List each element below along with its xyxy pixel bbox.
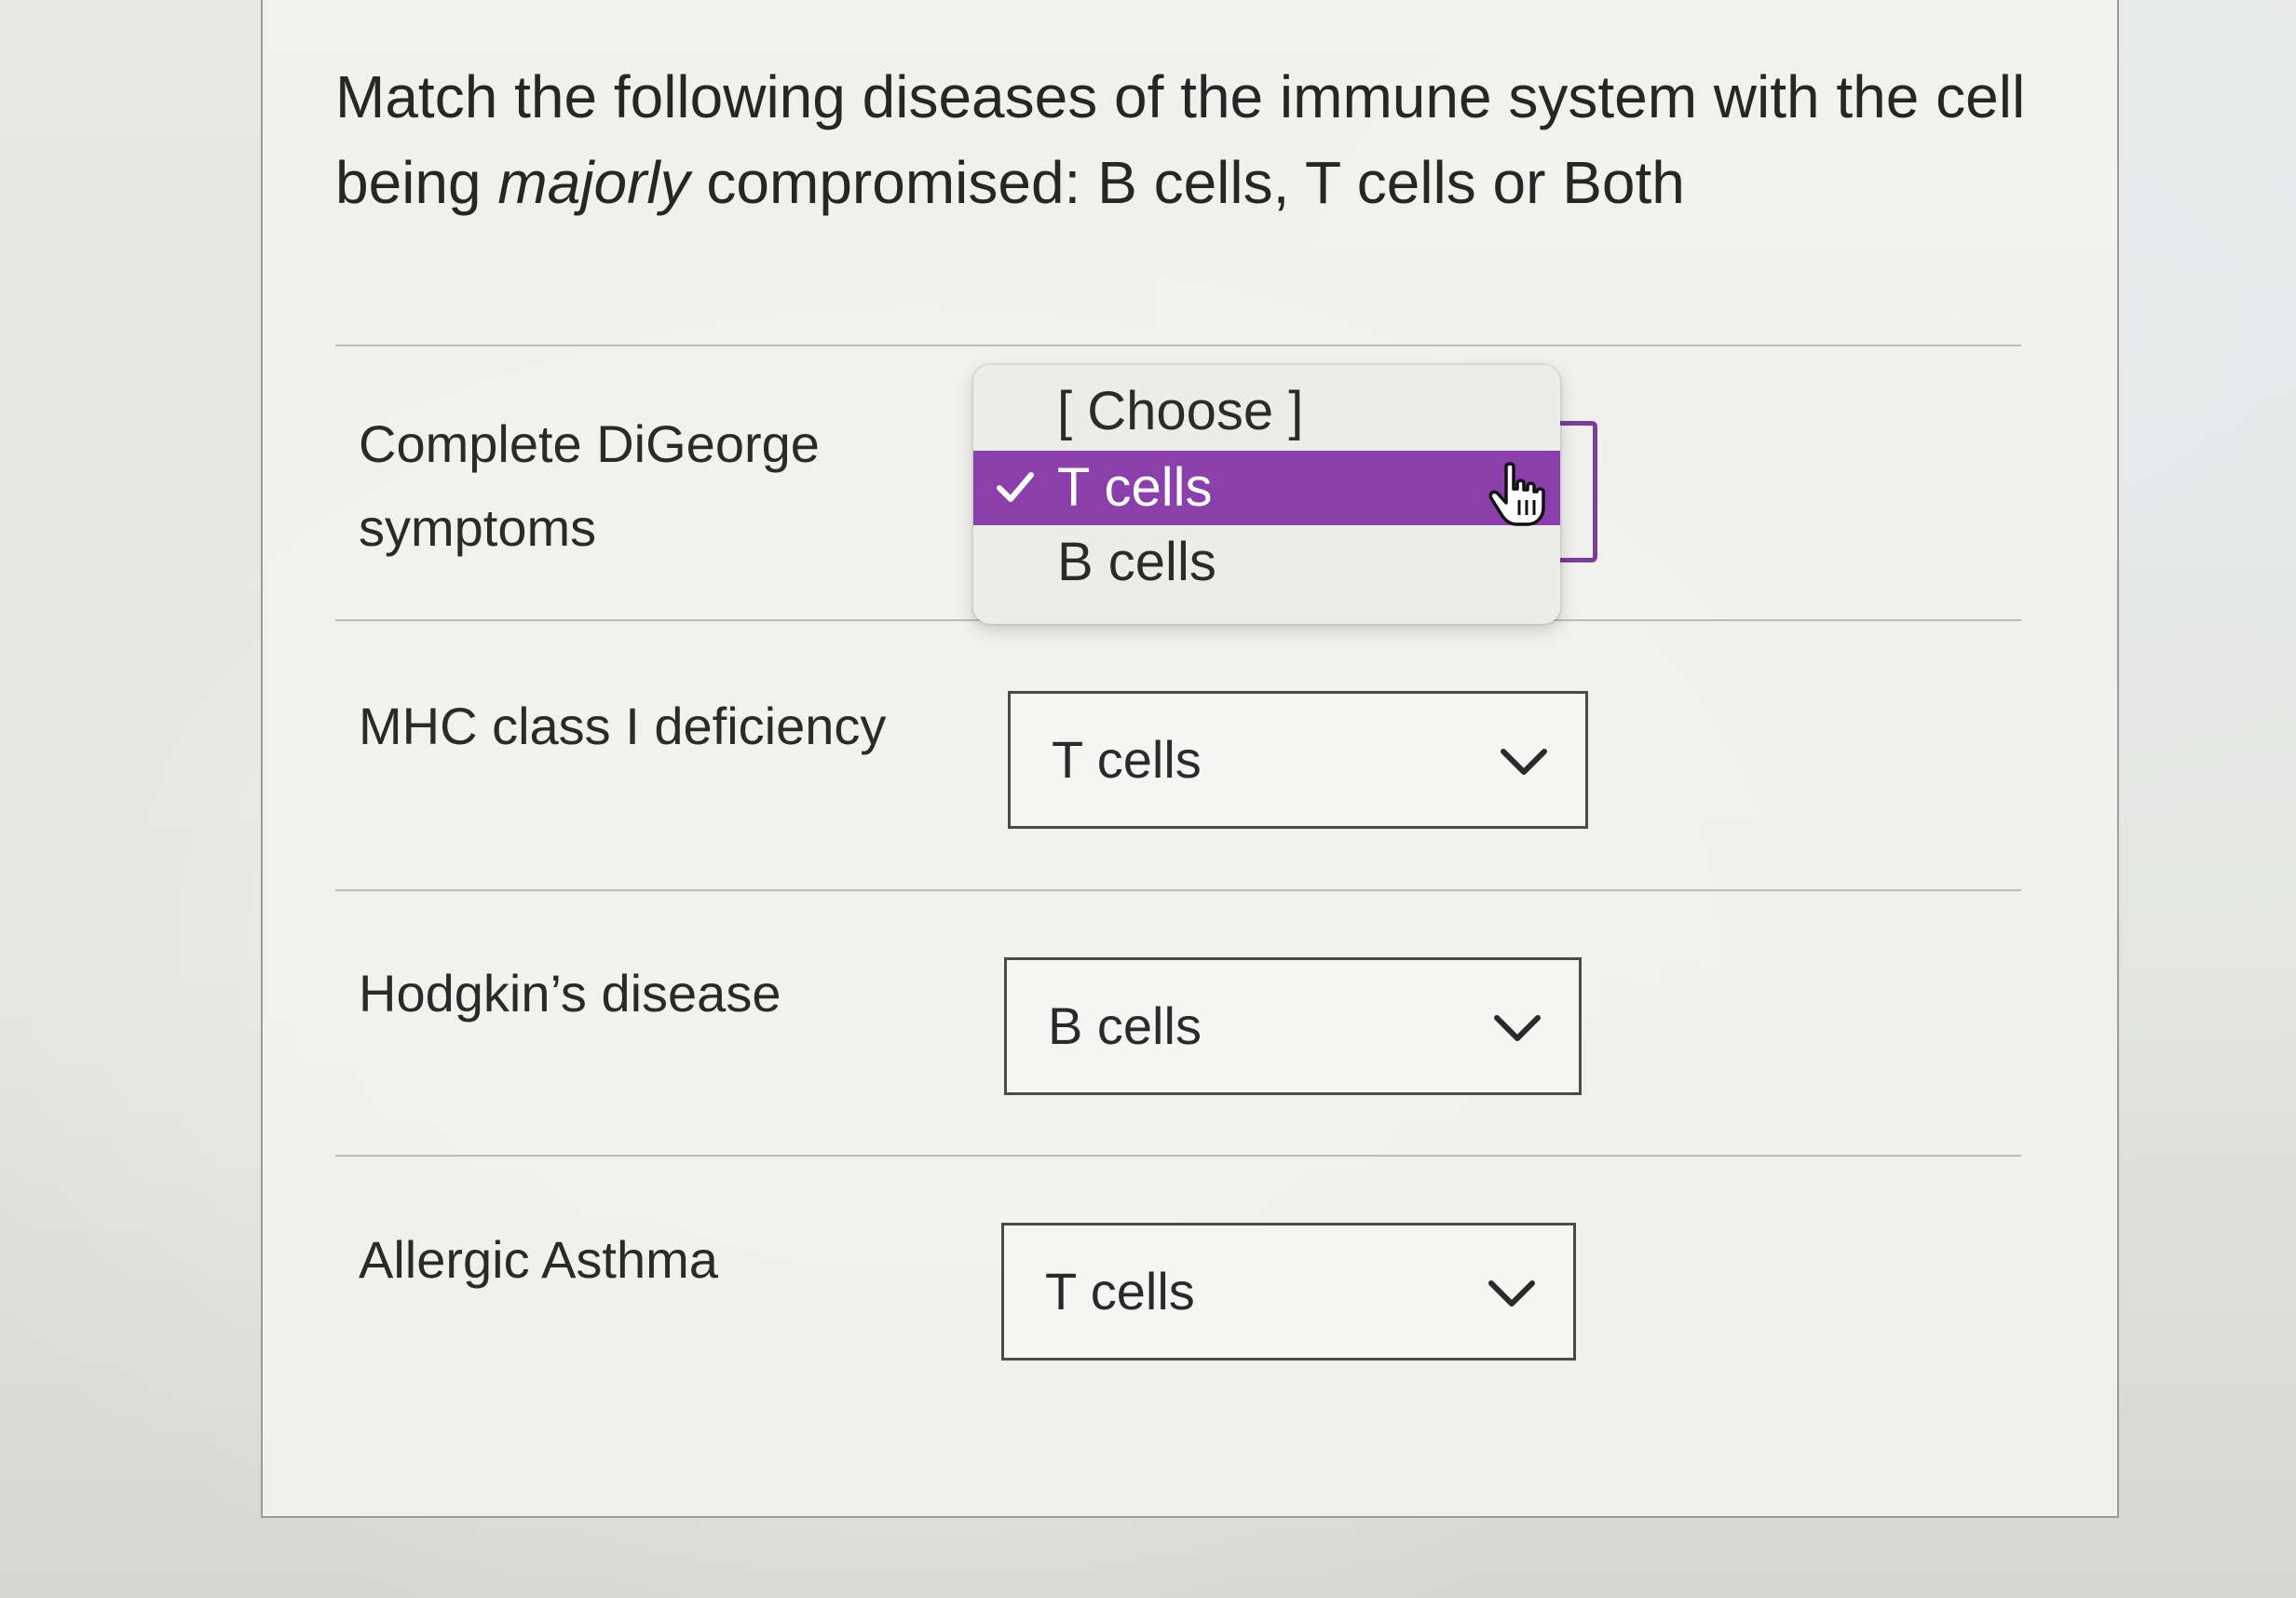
question-emphasis: majorly xyxy=(497,149,690,216)
row-label-digeorge: Complete DiGeorge symptoms xyxy=(359,402,820,570)
hodgkin-select[interactable]: B cells xyxy=(1004,957,1582,1095)
chevron-down-icon xyxy=(1501,749,1547,775)
row-label-line: symptoms xyxy=(359,498,597,557)
select-value: T cells xyxy=(1052,730,1202,789)
asthma-select[interactable]: T cells xyxy=(1001,1223,1576,1361)
option-label: [ Choose ] xyxy=(1057,381,1304,441)
question-suffix: compromised: B cells, T cells or Both xyxy=(689,149,1685,216)
row-label-line: Complete DiGeorge xyxy=(359,414,820,473)
hand-pointer-icon xyxy=(1488,462,1545,526)
mhc-select[interactable]: T cells xyxy=(1008,691,1588,829)
row-label-mhc: MHC class I deficiency xyxy=(359,697,887,755)
chevron-down-icon xyxy=(1494,1015,1541,1041)
option-label: T cells xyxy=(1057,457,1213,518)
option-label: B cells xyxy=(1057,532,1216,592)
divider xyxy=(335,1155,2021,1157)
select-value: B cells xyxy=(1048,996,1202,1055)
chevron-down-icon xyxy=(1488,1280,1535,1307)
row-label-hodgkin: Hodgkin’s disease xyxy=(359,964,781,1022)
select-value: T cells xyxy=(1045,1262,1195,1320)
divider xyxy=(335,345,2021,346)
question-text: Match the following diseases of the immu… xyxy=(335,54,2031,225)
option-b-cells[interactable]: B cells xyxy=(973,525,1560,600)
divider xyxy=(335,889,2021,891)
row-label-asthma: Allergic Asthma xyxy=(359,1230,718,1289)
dropdown-menu: [ Choose ] T cells B cells xyxy=(973,365,1560,624)
option-choose[interactable]: [ Choose ] xyxy=(973,374,1560,449)
checkmark-icon xyxy=(997,472,1034,502)
option-t-cells[interactable]: T cells xyxy=(973,451,1560,525)
